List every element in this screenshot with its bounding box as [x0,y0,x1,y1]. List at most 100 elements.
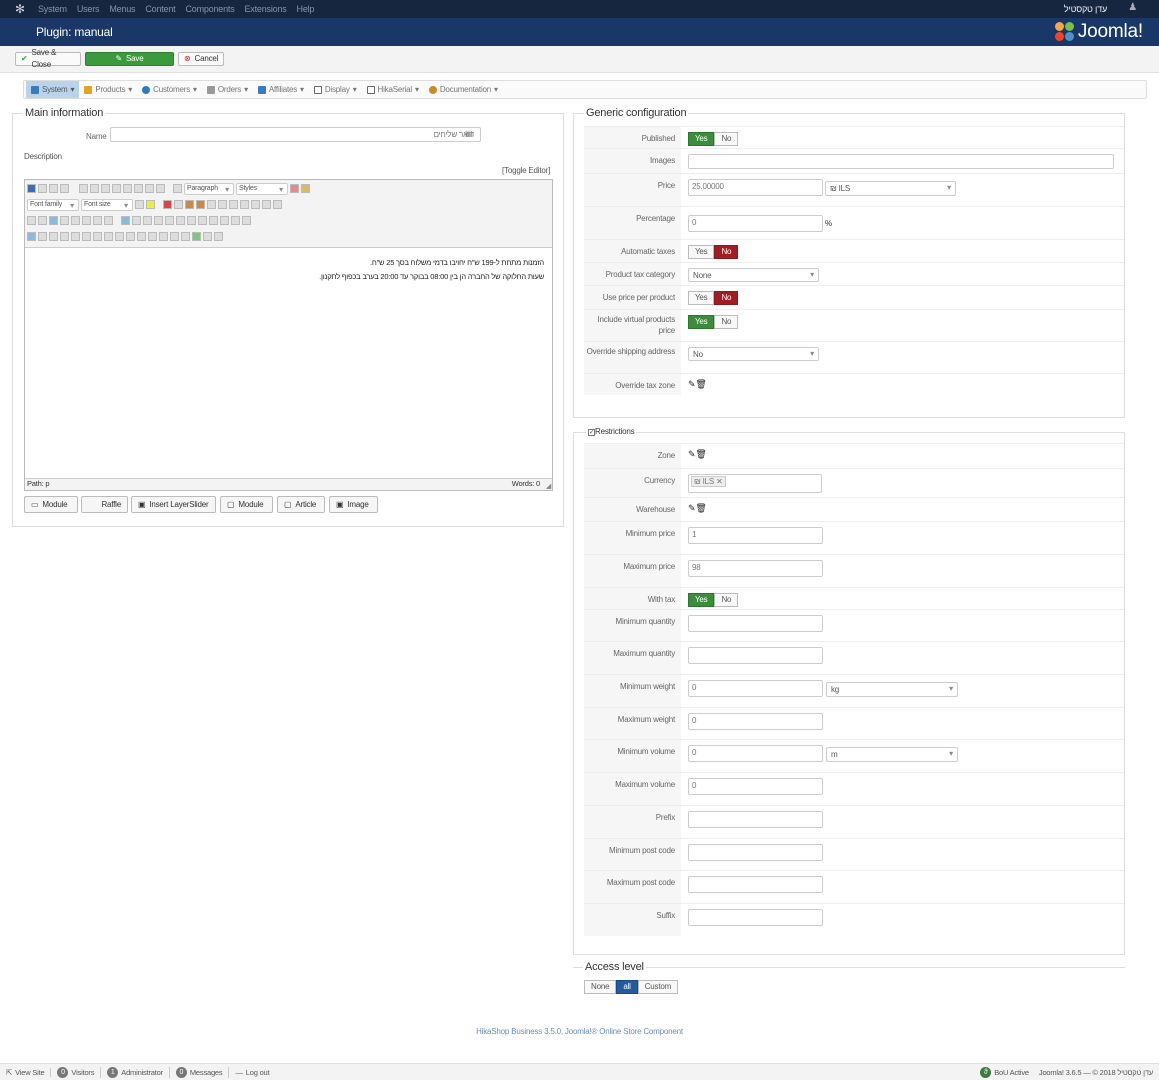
trash-icon[interactable]: 🗑 [695,379,706,389]
user-icon[interactable]: ♟ [1128,2,1137,13]
editor-content[interactable]: הזמנות מתחת ל-199 ש"ח יחויבו בדמי משלוח … [25,247,552,479]
number-list-icon[interactable] [229,200,238,209]
max-volume-field[interactable]: 0 [688,778,823,795]
nav-affiliates[interactable]: Affiliates ▾ [253,81,309,98]
save-button[interactable]: ✎ Save [85,52,174,66]
font-family-select[interactable]: Font family [27,198,79,211]
brush-icon[interactable] [301,184,310,193]
col-before-icon[interactable] [165,216,174,225]
price-field[interactable]: 25.00000 [688,179,823,196]
logout-link[interactable]: — Log out [229,1068,275,1077]
replace-icon[interactable] [104,216,113,225]
suffix-field[interactable] [688,909,823,926]
with-tax-toggle[interactable]: Yes No [688,593,1124,607]
undo-icon[interactable] [49,184,58,193]
nav-system[interactable]: System ▾ [26,81,80,98]
name-field[interactable]: דואר שליחים ▤ [110,127,481,142]
menu-content[interactable]: Content [145,4,175,14]
volume-unit-select[interactable]: m [826,747,958,762]
layer-icon[interactable] [148,232,157,241]
min-weight-field[interactable]: 0 [688,680,823,697]
resize-handle-icon[interactable]: ◢ [546,482,551,490]
acronym-icon[interactable] [93,232,102,241]
joomla-menu-icon[interactable]: ✻ [15,3,25,15]
col-after-icon[interactable] [176,216,185,225]
editor-module-button-2[interactable]: ▢ Module [220,496,273,513]
template-icon[interactable] [49,232,58,241]
delete-col-icon[interactable] [220,216,229,225]
max-price-field[interactable]: 98 [688,560,823,577]
help-icon[interactable] [27,184,36,193]
split-cells-icon[interactable] [209,216,218,225]
editor-raffle-button[interactable]: Raffle [81,496,128,513]
trash-icon[interactable]: 🗑 [695,449,706,459]
messages-status[interactable]: 0 Messages [170,1066,230,1078]
move-icon[interactable] [159,232,168,241]
strike-icon[interactable] [112,184,121,193]
italic-icon[interactable] [90,184,99,193]
nav-customers[interactable]: Customers ▾ [137,81,202,98]
paste-text-icon[interactable] [196,200,205,209]
cell-props-icon[interactable] [231,216,240,225]
paste-word-icon[interactable] [207,200,216,209]
min-post-field[interactable] [688,844,823,861]
font-icon[interactable] [71,232,80,241]
weight-unit-select[interactable]: kg [826,682,958,697]
access-none-button[interactable]: None [584,980,617,994]
cut-icon[interactable] [163,200,172,209]
toggle-editor-link[interactable]: [Toggle Editor] [502,166,550,175]
unlink-icon[interactable] [71,216,80,225]
access-all-button[interactable]: all [616,980,638,994]
menu-help[interactable]: Help [297,4,315,14]
min-volume-field[interactable]: 0 [688,745,823,762]
editor-image-button[interactable]: ▣ Image [329,496,378,513]
row-after-icon[interactable] [154,216,163,225]
link-icon[interactable] [60,216,69,225]
table-props-icon[interactable] [132,216,141,225]
tax-category-select[interactable]: None [688,268,819,282]
ltr-icon[interactable] [27,216,36,225]
subscript-icon[interactable] [240,200,249,209]
images-field[interactable] [688,154,1114,169]
price-currency-select[interactable]: ₪ ILS [825,181,956,196]
percentage-field[interactable]: 0 [688,214,823,232]
print-icon[interactable] [82,216,91,225]
automatic-taxes-toggle[interactable]: Yes No [688,245,1124,259]
prefix-field[interactable] [688,811,823,828]
save-close-button[interactable]: ✔ Save & Close [15,48,81,69]
find-icon[interactable] [93,216,102,225]
bou-status[interactable]: ϑ BoU Active [980,1066,1039,1078]
text-color-icon[interactable] [135,200,144,209]
editor-article-button[interactable]: ▢ Article [277,496,325,513]
restrictions-checkbox[interactable]: ✓ [588,429,595,436]
abbr-icon[interactable] [82,232,91,241]
translate-icon[interactable]: ▤ [465,129,473,138]
currency-tag-input[interactable]: ₪ ILS ✕ [688,474,822,493]
merge-cells-icon[interactable] [198,216,207,225]
use-price-per-product-toggle[interactable]: Yes No [688,291,1124,305]
menu-system[interactable]: System [38,4,67,14]
menu-users[interactable]: Users [77,4,100,14]
published-toggle[interactable]: Yes No [688,132,1124,146]
nav-products[interactable]: Products ▾ [79,81,137,98]
view-site-link[interactable]: ⇱ View Site [0,1067,52,1077]
menu-extensions[interactable]: Extensions [245,4,287,14]
show-blocks-icon[interactable] [38,232,47,241]
preview-icon[interactable] [214,232,223,241]
superscript-icon[interactable] [251,200,260,209]
hr-icon[interactable] [273,200,282,209]
bold-icon[interactable] [79,184,88,193]
max-post-field[interactable] [688,876,823,893]
clear-format-icon[interactable] [290,184,299,193]
min-qty-field[interactable] [688,615,823,632]
insert-layerslider-button[interactable]: ▣ Insert LayerSlider [131,496,216,513]
image-icon[interactable] [49,216,58,225]
underline-icon[interactable] [101,184,110,193]
redo-icon[interactable] [60,184,69,193]
align-center-icon[interactable] [134,184,143,193]
max-weight-field[interactable]: 0 [688,713,823,730]
paragraph-select[interactable]: Paragraph [184,182,234,195]
cite-icon[interactable] [104,232,113,241]
justify-icon[interactable] [156,184,165,193]
table-icon[interactable] [121,216,130,225]
